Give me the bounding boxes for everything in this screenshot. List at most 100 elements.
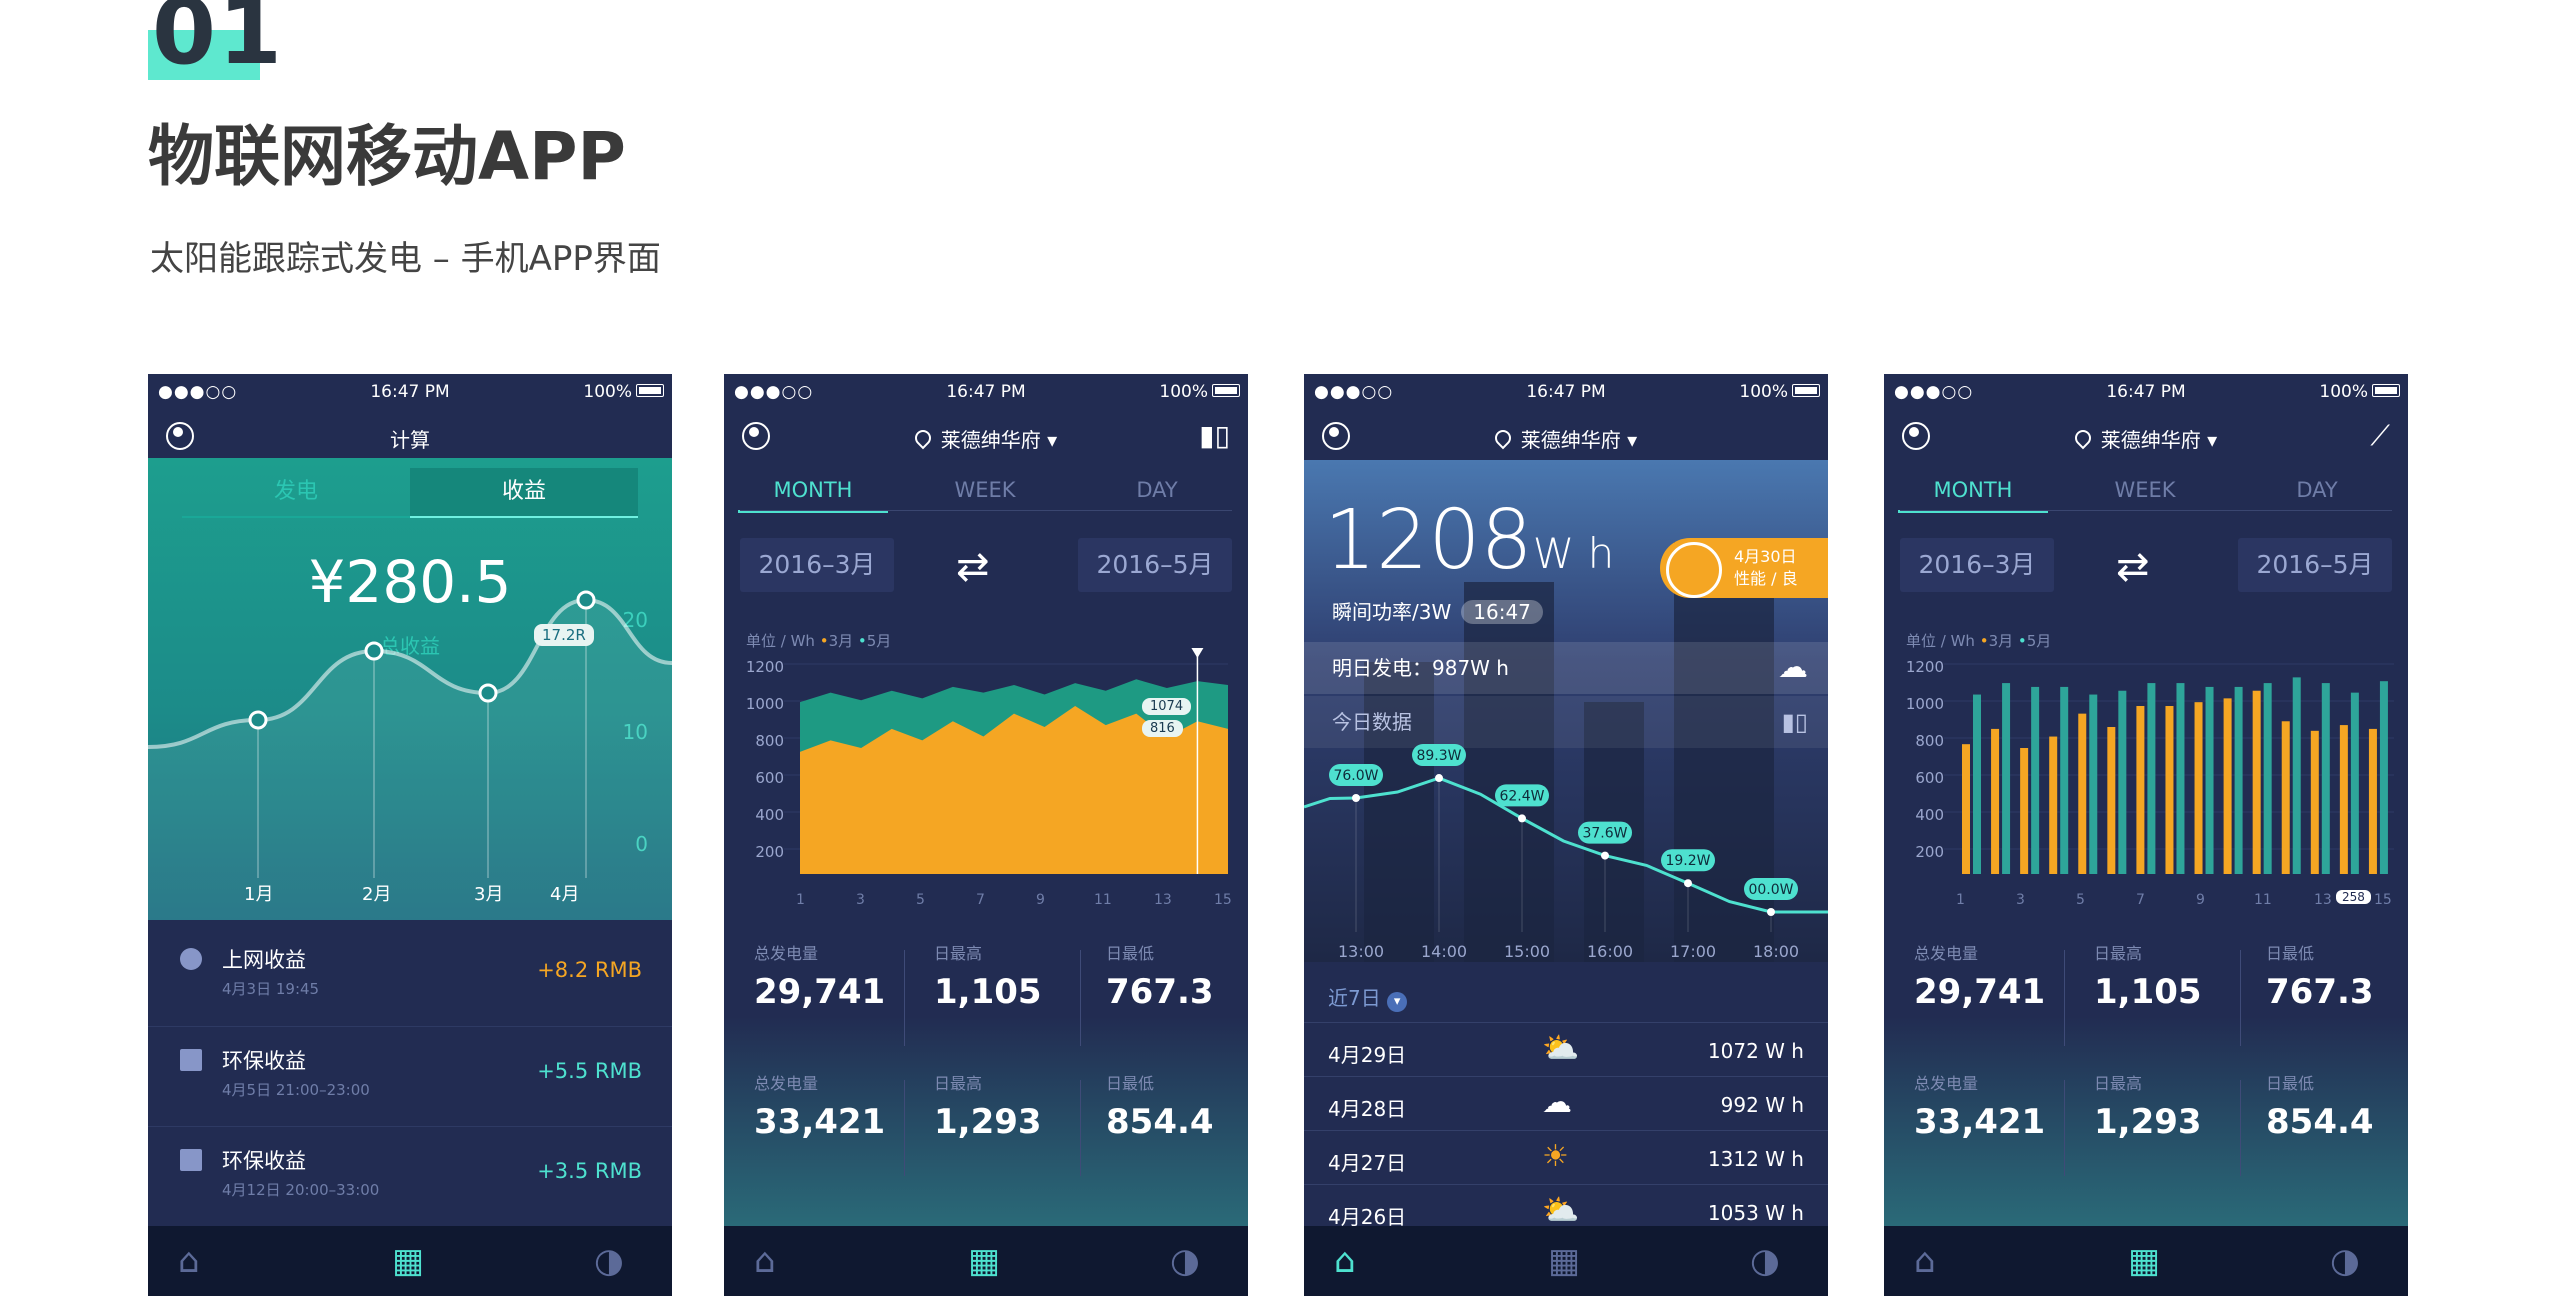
tab-day[interactable]: DAY: [1082, 470, 1232, 510]
tab-month[interactable]: MONTH: [1898, 470, 2048, 513]
earnings-line-chart: [148, 590, 672, 920]
tab-month[interactable]: MONTH: [738, 470, 888, 513]
bar-3月: [1991, 728, 2000, 874]
bar-5月: [2089, 694, 2098, 874]
building-icon: [180, 1149, 202, 1171]
bar-chart-icon[interactable]: ▮▯: [1199, 422, 1230, 450]
stats-top: 总发电量 29,741 日最高 1,105 日最低 767.3: [724, 940, 1248, 1060]
section-number-text: 01: [152, 0, 285, 85]
tab-week[interactable]: WEEK: [910, 470, 1060, 510]
data-point: [364, 641, 384, 661]
tab-divider: [1900, 510, 2392, 511]
today-data[interactable]: 今日数据 ▮▯: [1304, 696, 1828, 748]
tomorrow-forecast: 明日发电：987W h ☁: [1304, 642, 1828, 694]
bar-5月: [2031, 686, 2040, 874]
bar-3月: [2107, 727, 2116, 874]
bar-3月: [2223, 698, 2232, 874]
calculator-icon[interactable]: ▦: [968, 1244, 1000, 1278]
swap-icon[interactable]: ⇄: [956, 544, 990, 590]
contrast-icon[interactable]: ◑: [594, 1244, 624, 1278]
instant-power: 瞬间功率/3W 16:47: [1332, 596, 1543, 625]
list-item[interactable]: 环保收益 4月12日 20:00–33:00 +3.5 RMB: [148, 1126, 672, 1227]
realtime-line-chart: 76.0W 89.3W 62.4W 37.6W 19.2W 00.0W: [1304, 744, 1828, 932]
cloud-icon: ☁: [1542, 1085, 1572, 1120]
contrast-icon[interactable]: ◑: [2330, 1244, 2360, 1278]
nav-bar: 莱德绅华府 ▾ ⟋: [1884, 408, 2408, 464]
stat: 日最高 1,293: [934, 1074, 1042, 1142]
location-name: 莱德绅华府: [940, 428, 1041, 452]
home-icon[interactable]: ⌂: [1334, 1244, 1356, 1278]
home-icon[interactable]: ⌂: [1914, 1244, 1936, 1278]
day-row[interactable]: 4月28日 ☁ 992 W h: [1304, 1076, 1828, 1131]
building-icon: [180, 1049, 202, 1071]
power-value: 1208W h: [1324, 493, 1615, 588]
location-selector[interactable]: 莱德绅华府 ▾: [724, 424, 1248, 453]
date-from[interactable]: 2016–3月: [740, 538, 894, 592]
nav-bar: 计算: [148, 408, 672, 464]
contrast-icon[interactable]: ◑: [1170, 1244, 1200, 1278]
date-to[interactable]: 2016–5月: [2238, 538, 2392, 592]
gauge-icon: [1666, 542, 1722, 598]
chart-tooltip: 17.2R: [534, 624, 594, 646]
x-tick: 9: [2196, 892, 2205, 908]
realtime-hero: 1208W h 4月30日 性能 / 良 瞬间功率/3W 16:47 明日发电：98…: [1304, 460, 1828, 962]
stat: 日最低 767.3: [1106, 944, 1214, 1012]
bar-5月: [2205, 686, 2214, 874]
x-tick: 15: [2374, 892, 2392, 908]
tab-bar: ⌂ ▦ ◑: [148, 1226, 672, 1296]
recent-7-days[interactable]: 近7日 ▾: [1328, 982, 1408, 1012]
date-to[interactable]: 2016–5月: [1078, 538, 1232, 592]
x-tick: 15: [1214, 892, 1232, 908]
day-row[interactable]: 4月29日 ⛅ 1072 W h: [1304, 1022, 1828, 1077]
bar-3月: [2310, 730, 2319, 874]
tab-week[interactable]: WEEK: [2070, 470, 2220, 510]
calculator-icon[interactable]: ▦: [1548, 1244, 1580, 1278]
line-chart-icon[interactable]: ⟋: [2370, 422, 2390, 450]
x-tick: 5: [2076, 892, 2085, 908]
day-row[interactable]: 4月27日 ☀ 1312 W h: [1304, 1130, 1828, 1185]
tab-day[interactable]: DAY: [2242, 470, 2392, 510]
data-point: [478, 683, 498, 703]
home-icon[interactable]: ⌂: [178, 1244, 200, 1278]
location-selector[interactable]: 莱德绅华府 ▾: [1304, 424, 1828, 453]
location-selector[interactable]: 莱德绅华府 ▾: [1884, 424, 2408, 453]
bar-3月: [2078, 713, 2087, 874]
status-bar: ●●●○○ 16:47 PM 100%: [1884, 374, 2408, 408]
performance-badge[interactable]: 4月30日 性能 / 良: [1660, 538, 1828, 598]
x-tick: 3: [2016, 892, 2025, 908]
calculator-icon[interactable]: ▦: [2128, 1244, 2160, 1278]
bar-3月: [2252, 690, 2261, 874]
location-pin-icon: [1491, 426, 1515, 450]
x-tick: 15:00: [1504, 942, 1551, 961]
stats-bottom: 总发电量 33,421 日最高 1,293 日最低 854.4: [724, 1070, 1248, 1190]
bar-3月: [2339, 725, 2348, 874]
battery-text: 100%: [583, 382, 632, 402]
contrast-icon[interactable]: ◑: [1750, 1244, 1780, 1278]
list-item[interactable]: 上网收益 4月3日 19:45 +8.2 RMB: [148, 926, 672, 1026]
list-item[interactable]: 环保收益 4月5日 21:00–23:00 +5.5 RMB: [148, 1026, 672, 1127]
nav-bar: 莱德绅华府 ▾ ▮▯: [724, 408, 1248, 464]
x-tick: 7: [2136, 892, 2145, 908]
point-label: 19.2W: [1665, 853, 1710, 869]
x-tick: 13: [2314, 892, 2332, 908]
time-pill: 16:47: [1461, 600, 1543, 624]
badge-text: 4月30日 性能 / 良: [1734, 547, 1798, 588]
home-icon[interactable]: ⌂: [754, 1244, 776, 1278]
list-item-value: +5.5 RMB: [537, 1059, 642, 1083]
bar-3月: [2194, 702, 2203, 874]
bar-5月: [1973, 694, 1981, 874]
bar-3月: [2165, 706, 2174, 874]
data-point: [1684, 879, 1692, 888]
date-from[interactable]: 2016–3月: [1900, 538, 2054, 592]
earnings-area: [148, 600, 672, 920]
calculator-icon[interactable]: ▦: [392, 1244, 424, 1278]
data-point: [1601, 851, 1609, 860]
cloud-icon: ☁: [1778, 650, 1808, 685]
earnings-hero: 发电 收益 ¥280.5 总收益 20 10 0 17.2R 1月 2月 3月 …: [148, 458, 672, 920]
bar-5月: [2350, 692, 2359, 874]
chevron-down-icon: ▾: [1387, 992, 1408, 1012]
swap-icon[interactable]: ⇄: [2116, 544, 2150, 590]
x-tick: 11: [1094, 892, 1112, 908]
bar-5月: [2176, 683, 2185, 874]
x-label: 2月: [362, 884, 392, 905]
